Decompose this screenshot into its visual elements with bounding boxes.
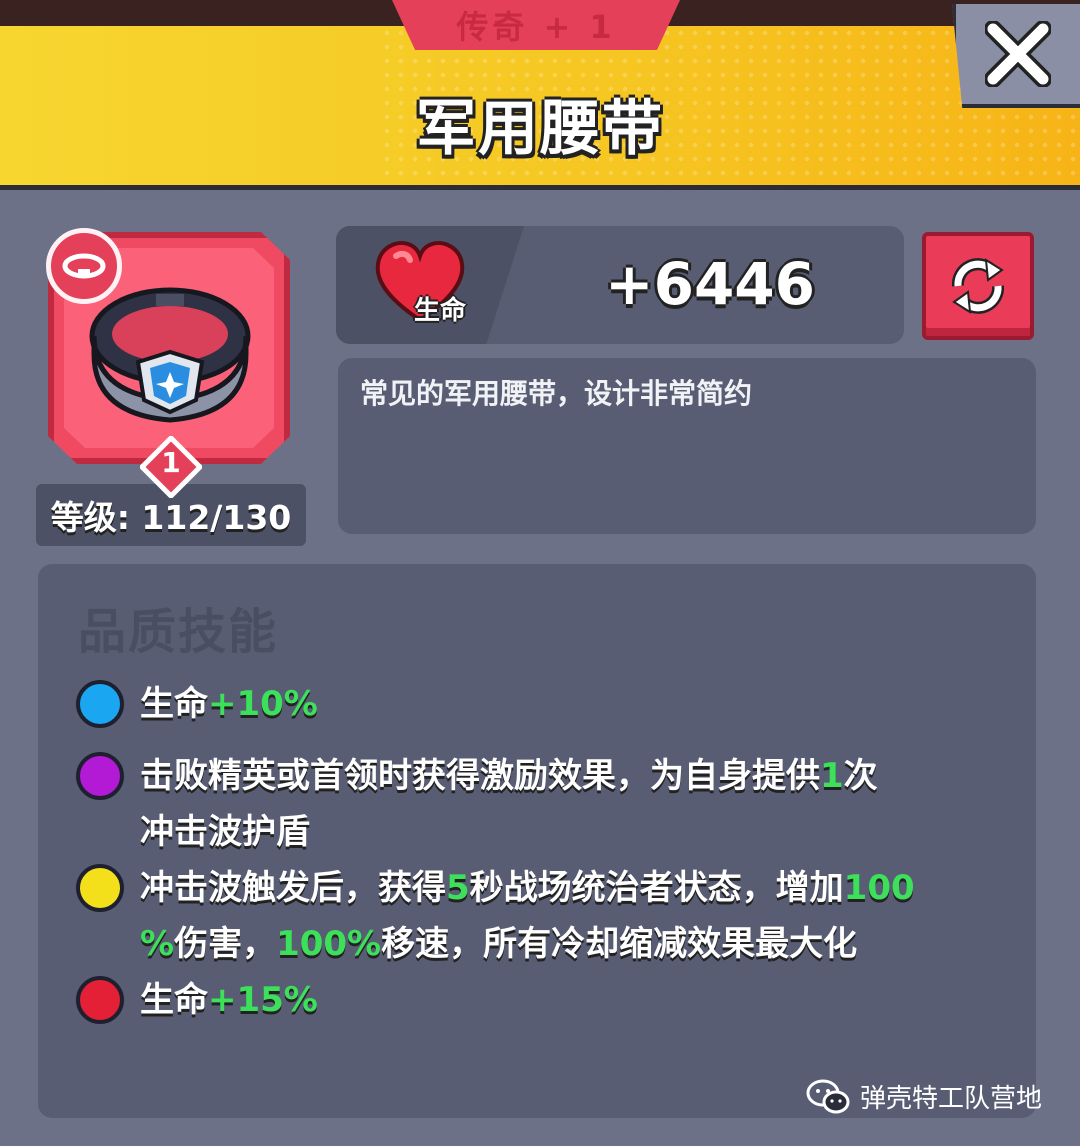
close-icon — [985, 21, 1051, 87]
belt-type-icon — [46, 228, 122, 304]
skill-dot-red — [76, 976, 124, 1024]
skill-dot-purple — [76, 752, 124, 800]
watermark: 弹壳特工队营地 — [806, 1078, 1042, 1115]
stat-label: 生命 — [414, 296, 467, 326]
belt-icon — [89, 287, 251, 423]
rarity-label: 传奇 + 1 — [456, 8, 616, 46]
level-diamond-badge — [140, 436, 202, 498]
close-button[interactable] — [952, 4, 1080, 108]
wechat-icon — [806, 1079, 850, 1113]
description-text: 常见的军用腰带，设计非常简约 — [360, 377, 753, 410]
skill-dot-yellow — [76, 864, 124, 912]
skills-title: 品质技能 — [78, 604, 279, 660]
rarity-tab: 传奇 + 1 — [392, 0, 680, 50]
watermark-text: 弹壳特工队营地 — [860, 1084, 1043, 1114]
skill-dot-blue — [76, 680, 124, 728]
level-text: 等级: 112/130 — [50, 498, 292, 537]
description-box: 常见的军用腰带，设计非常简约 — [338, 358, 1036, 534]
stat-value: +6446 — [604, 250, 816, 318]
refresh-icon — [951, 258, 1005, 314]
refresh-button[interactable] — [922, 232, 1034, 340]
item-title: 军用腰带 — [416, 94, 664, 164]
